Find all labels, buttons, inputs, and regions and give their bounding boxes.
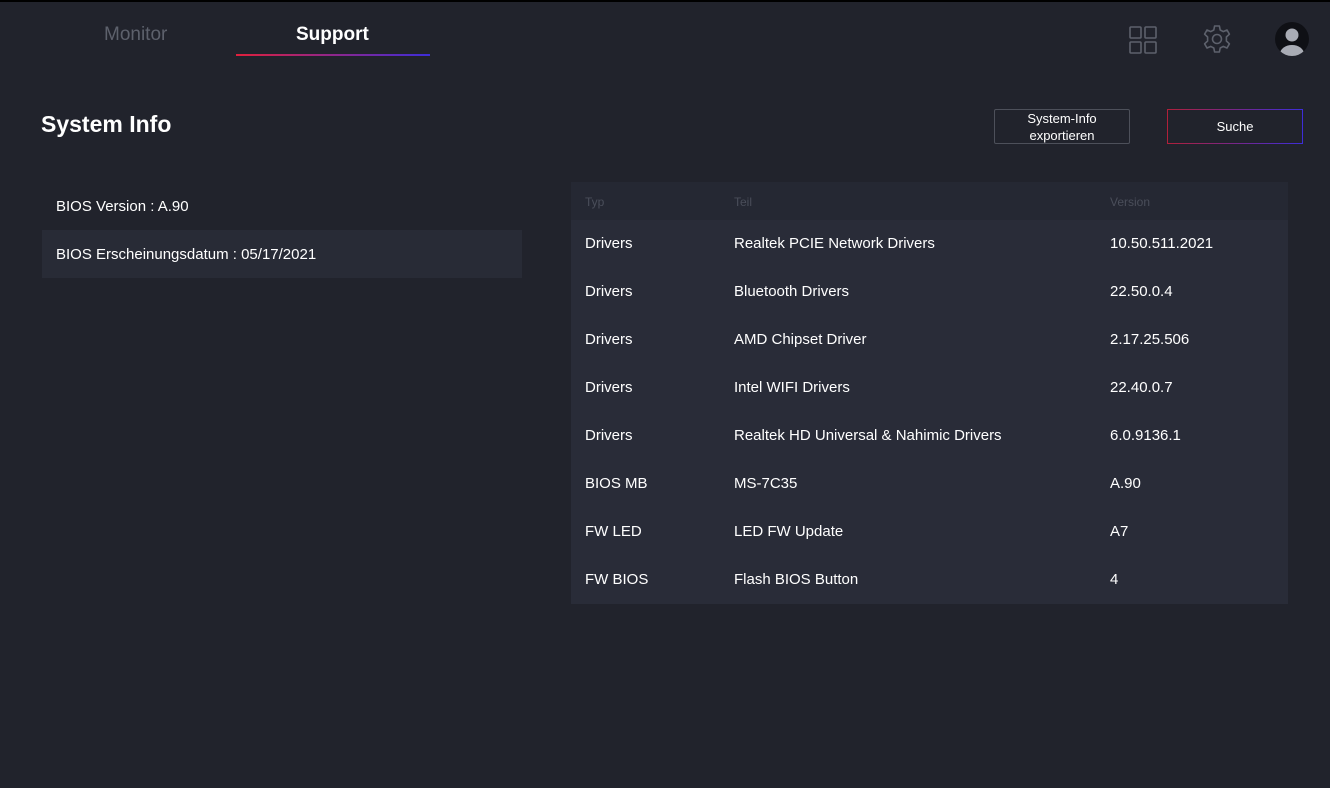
table-row: Drivers Intel WIFI Drivers 22.40.0.7 xyxy=(571,364,1288,412)
table-row: BIOS MB MS-7C35 A.90 xyxy=(571,460,1288,508)
cell-typ: FW BIOS xyxy=(585,571,649,588)
cell-typ: FW LED xyxy=(585,523,642,540)
cell-version: 22.40.0.7 xyxy=(1110,379,1173,396)
cell-teil: Flash BIOS Button xyxy=(734,571,859,588)
table-row: FW LED LED FW Update A7 xyxy=(571,508,1288,556)
cell-teil: Intel WIFI Drivers xyxy=(734,379,850,396)
avatar-icon[interactable] xyxy=(1274,21,1310,57)
cell-teil: Realtek HD Universal & Nahimic Drivers xyxy=(734,427,1002,444)
cell-version: 2.17.25.506 xyxy=(1110,331,1190,348)
table-header: Typ Teil Version xyxy=(571,182,1288,220)
search-button-label: Suche xyxy=(1216,119,1254,134)
page-title: System Info xyxy=(41,111,172,137)
table-row: Drivers Realtek HD Universal & Nahimic D… xyxy=(571,412,1288,460)
column-header-teil: Teil xyxy=(734,195,753,209)
list-item: BIOS Erscheinungsdatum : 05/17/2021 xyxy=(42,230,522,278)
cell-typ: Drivers xyxy=(585,283,633,300)
active-tab-indicator xyxy=(236,54,430,56)
cell-teil: Realtek PCIE Network Drivers xyxy=(734,235,935,252)
export-system-info-button[interactable]: System-Info exportieren xyxy=(994,109,1130,144)
table-row: Drivers AMD Chipset Driver 2.17.25.506 xyxy=(571,316,1288,364)
cell-teil: MS-7C35 xyxy=(734,475,798,492)
export-button-label-line2: exportieren xyxy=(1029,127,1095,143)
list-item: BIOS Version : A.90 xyxy=(56,197,189,215)
cell-typ: Drivers xyxy=(585,427,633,444)
cell-version: 10.50.511.2021 xyxy=(1110,235,1214,252)
cell-typ: Drivers xyxy=(585,235,633,252)
cell-typ: Drivers xyxy=(585,379,633,396)
cell-teil: AMD Chipset Driver xyxy=(734,331,867,348)
export-button-label-line1: System-Info xyxy=(1027,110,1097,126)
cell-version: 22.50.0.4 xyxy=(1110,283,1173,300)
grid-icon[interactable] xyxy=(1128,25,1158,55)
table-row: Drivers Bluetooth Drivers 22.50.0.4 xyxy=(571,268,1288,316)
tab-support[interactable]: Support xyxy=(296,24,369,46)
search-button[interactable]: Suche xyxy=(1167,109,1303,144)
cell-version: 4 xyxy=(1110,571,1119,588)
gear-icon[interactable] xyxy=(1201,23,1233,55)
cell-version: A7 xyxy=(1110,523,1129,540)
cell-typ: BIOS MB xyxy=(585,475,648,492)
column-header-version: Version xyxy=(1110,195,1151,209)
table-row: FW BIOS Flash BIOS Button 4 xyxy=(571,556,1288,604)
bios-info-list: BIOS Version : A.90 BIOS Erscheinungsdat… xyxy=(42,182,522,278)
app-window: Monitor Support System Info System-Info … xyxy=(0,0,1330,788)
cell-version: A.90 xyxy=(1110,475,1141,492)
tab-monitor[interactable]: Monitor xyxy=(104,24,167,46)
components-table: Typ Teil Version Drivers Realtek PCIE Ne… xyxy=(571,182,1288,604)
column-header-typ: Typ xyxy=(585,195,605,209)
cell-teil: Bluetooth Drivers xyxy=(734,283,850,300)
cell-typ: Drivers xyxy=(585,331,633,348)
table-row: Drivers Realtek PCIE Network Drivers 10.… xyxy=(571,220,1288,268)
cell-teil: LED FW Update xyxy=(734,523,844,540)
cell-version: 6.0.9136.1 xyxy=(1110,427,1181,444)
